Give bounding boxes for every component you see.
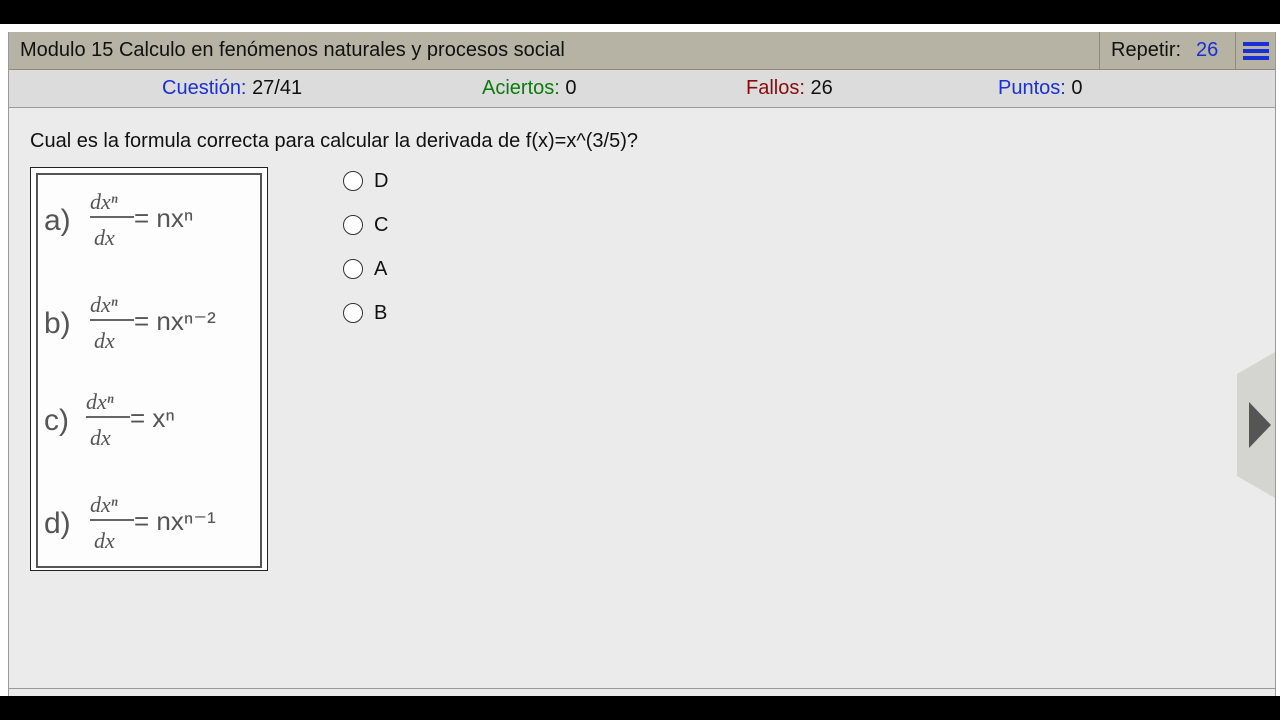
points-counter-value: 0 [1071,77,1083,99]
next-arrow-icon[interactable] [1237,352,1275,498]
radio-button[interactable] [343,171,363,191]
formula-svg: a) dxⁿ dx = nxⁿ b) dxⁿ dx = nxⁿ⁻² c) dxⁿ… [44,189,216,553]
formula-rhs: = nxⁿ⁻¹ [134,506,216,536]
answer-option-label: A [374,258,388,280]
correct-counter: Aciertos: 0 [482,70,577,107]
formula-image-frame: a) dxⁿ dx = nxⁿ b) dxⁿ dx = nxⁿ⁻² c) dxⁿ… [36,173,262,568]
formula-d: d) dxⁿ dx = nxⁿ⁻¹ [44,492,216,553]
formula-numerator: dxⁿ [90,492,118,517]
formula-letter: d) [44,507,71,540]
formula-denominator: dx [94,528,115,553]
quiz-frame: Modulo 15 Calculo en fenómenos naturales… [8,32,1276,696]
repeat-value: 26 [1196,39,1219,61]
formula-numerator: dxⁿ [90,292,118,317]
points-counter: Puntos: 0 [998,70,1083,107]
formula-denominator: dx [94,225,115,250]
repeat-counter: Repetir: 26 [1099,32,1235,69]
radio-button[interactable] [343,259,363,279]
next-question-button[interactable] [1237,352,1275,498]
wrong-counter-value: 26 [810,77,833,99]
points-counter-label: Puntos: [998,77,1066,99]
question-counter: Cuestión: 27/41 [162,70,302,107]
question-counter-value: 27/41 [252,77,303,99]
radio-button[interactable] [343,303,363,323]
answer-option-label: D [374,170,389,192]
formula-letter: b) [44,307,71,340]
formula-rhs: = nxⁿ [134,203,193,233]
stats-bar: Cuestión: 27/41 Aciertos: 0 Fallos: 26 P… [9,70,1275,108]
question-text: Cual es la formula correcta para calcula… [30,130,638,152]
footer-divider [9,688,1275,689]
formula-denominator: dx [90,425,111,450]
hamburger-menu-icon[interactable] [1235,32,1276,69]
radio-button[interactable] [343,215,363,235]
repeat-label: Repetir: [1111,39,1182,61]
answer-option-label: B [374,302,388,324]
app: Modulo 15 Calculo en fenómenos naturales… [0,24,1280,696]
formula-numerator: dxⁿ [86,389,114,414]
formula-letter: c) [44,404,69,437]
correct-counter-label: Aciertos: [482,77,560,99]
formula-numerator: dxⁿ [90,189,118,214]
formula-image: a) dxⁿ dx = nxⁿ b) dxⁿ dx = nxⁿ⁻² c) dxⁿ… [30,167,268,571]
formula-c: c) dxⁿ dx = xⁿ [44,389,175,450]
answer-option-label: C [374,214,389,236]
correct-counter-value: 0 [565,77,577,99]
question-counter-label: Cuestión: [162,77,247,99]
formula-b: b) dxⁿ dx = nxⁿ⁻² [44,292,216,353]
formula-a: a) dxⁿ dx = nxⁿ [44,189,193,250]
formula-letter: a) [44,204,71,237]
formula-rhs: = xⁿ [130,403,175,433]
wrong-counter-label: Fallos: [746,77,805,99]
module-title: Modulo 15 Calculo en fenómenos naturales… [20,39,565,61]
wrong-counter: Fallos: 26 [746,70,833,107]
header-bar: Modulo 15 Calculo en fenómenos naturales… [9,32,1275,70]
formula-rhs: = nxⁿ⁻² [134,306,216,336]
formula-denominator: dx [94,328,115,353]
